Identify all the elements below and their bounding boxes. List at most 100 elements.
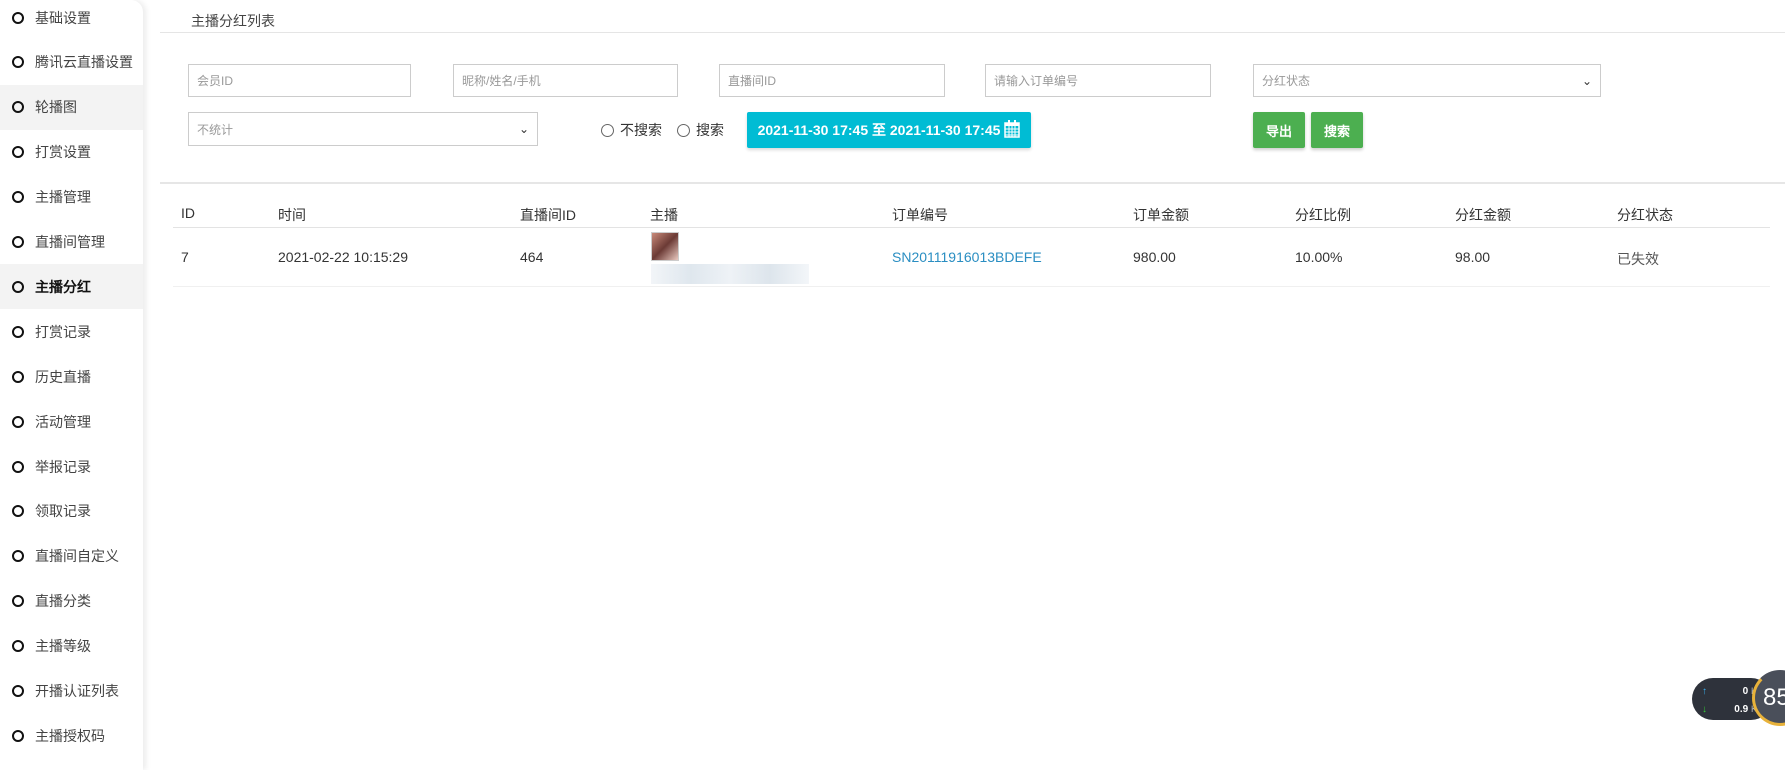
- circle-icon: [12, 595, 24, 608]
- cell-status: 已失效: [1617, 251, 1659, 267]
- sidebar-item-label: 历史直播: [35, 368, 91, 385]
- upload-arrow-icon: ↑: [1702, 686, 1707, 697]
- circle-icon: [12, 415, 24, 428]
- table-header-border: [173, 227, 1770, 228]
- circle-icon: [12, 729, 24, 742]
- sidebar-item[interactable]: 腾讯云直播设置: [0, 40, 143, 85]
- column-header-id: ID: [181, 205, 195, 221]
- circle-icon: [12, 460, 24, 473]
- sidebar-item[interactable]: 轮播图: [0, 84, 143, 130]
- date-range-button[interactable]: 2021-11-30 17:45 至 2021-11-30 17:45: [747, 112, 1031, 148]
- calendar-icon: [1004, 119, 1021, 141]
- circle-icon: [12, 370, 24, 383]
- sidebar-item[interactable]: 举报记录: [0, 444, 143, 489]
- order-no-link[interactable]: SN20111916013BDEFE: [892, 249, 1042, 265]
- stat-select[interactable]: 不统计 ⌄: [188, 112, 538, 146]
- sidebar-item[interactable]: 主播等级: [0, 624, 143, 669]
- chevron-down-icon: ⌄: [518, 122, 529, 136]
- sidebar-item[interactable]: 直播间管理: [0, 220, 143, 265]
- column-header-amount: 分红金额: [1455, 207, 1511, 223]
- chevron-down-icon: ⌄: [1581, 73, 1592, 88]
- name-phone-input[interactable]: 昵称/姓名/手机: [453, 64, 678, 97]
- sidebar-item-label: 直播分类: [35, 593, 91, 610]
- radio-label: 不搜索: [620, 122, 662, 138]
- sidebar-item-label: 腾讯云直播设置: [35, 54, 133, 71]
- circle-icon: [12, 325, 24, 338]
- radio-search[interactable]: 搜索: [677, 120, 724, 140]
- cell-order-amount: 980.00: [1133, 249, 1176, 265]
- circle-icon: [12, 146, 24, 159]
- date-range-text: 2021-11-30 17:45 至 2021-11-30 17:45: [757, 122, 1001, 138]
- column-header-status: 分红状态: [1617, 207, 1673, 223]
- sidebar-item[interactable]: 主播授权码: [0, 713, 143, 758]
- sidebar-item-label: 打赏设置: [35, 144, 91, 161]
- circle-icon: [12, 11, 24, 24]
- cell-time: 2021-02-22 10:15:29: [278, 249, 408, 265]
- sidebar-item-label: 领取记录: [35, 503, 91, 520]
- column-header-ratio: 分红比例: [1295, 207, 1351, 223]
- status-select-value: 分红状态: [1262, 74, 1311, 88]
- room-id-input[interactable]: 直播间ID: [719, 64, 945, 97]
- download-arrow-icon: ↓: [1702, 704, 1707, 715]
- page-title: 主播分红列表: [191, 13, 275, 29]
- sidebar-item[interactable]: 主播分红: [0, 264, 143, 310]
- sidebar-item[interactable]: 领取记录: [0, 489, 143, 534]
- sidebar-item[interactable]: 基础设置: [0, 0, 143, 40]
- cell-ratio: 10.00%: [1295, 249, 1343, 265]
- radio-no-search[interactable]: 不搜索: [601, 120, 662, 140]
- order-no-input[interactable]: 请输入订单编号: [985, 64, 1211, 97]
- cell-room-id: 464: [520, 249, 544, 265]
- sidebar-item[interactable]: 打赏记录: [0, 309, 143, 354]
- sidebar-item[interactable]: 开播认证列表: [0, 669, 143, 714]
- download-speed: 0.9: [1734, 704, 1749, 715]
- table-row-border: [173, 286, 1770, 287]
- stat-select-value: 不统计: [197, 122, 234, 137]
- circle-icon: [12, 280, 24, 293]
- export-button[interactable]: 导出: [1253, 112, 1305, 148]
- network-speed-widget[interactable]: ↑0 K/s ↓0.9 K/s 85: [1692, 670, 1785, 751]
- sidebar: 基础设置腾讯云直播设置轮播图打赏设置主播管理直播间管理主播分红打赏记录历史直播活…: [0, 0, 143, 770]
- sidebar-item-label: 举报记录: [35, 458, 91, 475]
- anchor-name-blurred: [651, 264, 809, 284]
- sidebar-item[interactable]: 主播管理: [0, 175, 143, 220]
- radio-circle[interactable]: [601, 123, 614, 137]
- sidebar-item-label: 主播等级: [35, 638, 91, 655]
- circle-icon: [12, 640, 24, 653]
- sidebar-item-label: 开播认证列表: [35, 683, 119, 699]
- upload-speed: 0: [1742, 686, 1749, 697]
- circle-icon: [12, 236, 24, 248]
- sidebar-item-label: 直播间管理: [35, 234, 105, 250]
- sidebar-item-label: 打赏记录: [35, 323, 91, 340]
- cell-id: 7: [181, 249, 189, 265]
- divider: [160, 182, 1785, 184]
- circle-icon: [12, 101, 24, 114]
- column-header-order-amount: 订单金额: [1133, 207, 1189, 223]
- sidebar-item-label: 基础设置: [35, 9, 91, 26]
- circle-icon: [12, 56, 24, 69]
- circle-icon: [12, 505, 24, 518]
- sidebar-item-label: 主播分红: [35, 278, 91, 295]
- search-button[interactable]: 搜索: [1311, 112, 1363, 148]
- column-header-time: 时间: [278, 207, 306, 223]
- sidebar-item-label: 主播授权码: [35, 727, 105, 744]
- sidebar-item-label: 活动管理: [35, 413, 91, 430]
- column-header-anchor: 主播: [650, 207, 678, 223]
- radio-circle[interactable]: [677, 123, 690, 137]
- circle-icon: [12, 191, 24, 204]
- sidebar-item[interactable]: 直播间自定义: [0, 534, 143, 579]
- anchor-avatar: [651, 232, 679, 261]
- sidebar-item[interactable]: 活动管理: [0, 399, 143, 444]
- divider: [160, 32, 1785, 33]
- sidebar-item[interactable]: 打赏设置: [0, 130, 143, 175]
- circle-icon: [12, 550, 24, 563]
- sidebar-item[interactable]: 直播分类: [0, 579, 143, 624]
- member-id-input[interactable]: 会员ID: [188, 64, 411, 97]
- sidebar-item-label: 直播间自定义: [35, 548, 119, 565]
- circle-icon: [12, 685, 24, 697]
- column-header-room-id: 直播间ID: [520, 207, 576, 223]
- cell-amount: 98.00: [1455, 249, 1491, 265]
- status-select[interactable]: 分红状态 ⌄: [1253, 64, 1601, 97]
- sidebar-item-label: 主播管理: [35, 189, 91, 206]
- sidebar-item[interactable]: 历史直播: [0, 354, 143, 399]
- radio-label: 搜索: [696, 122, 724, 138]
